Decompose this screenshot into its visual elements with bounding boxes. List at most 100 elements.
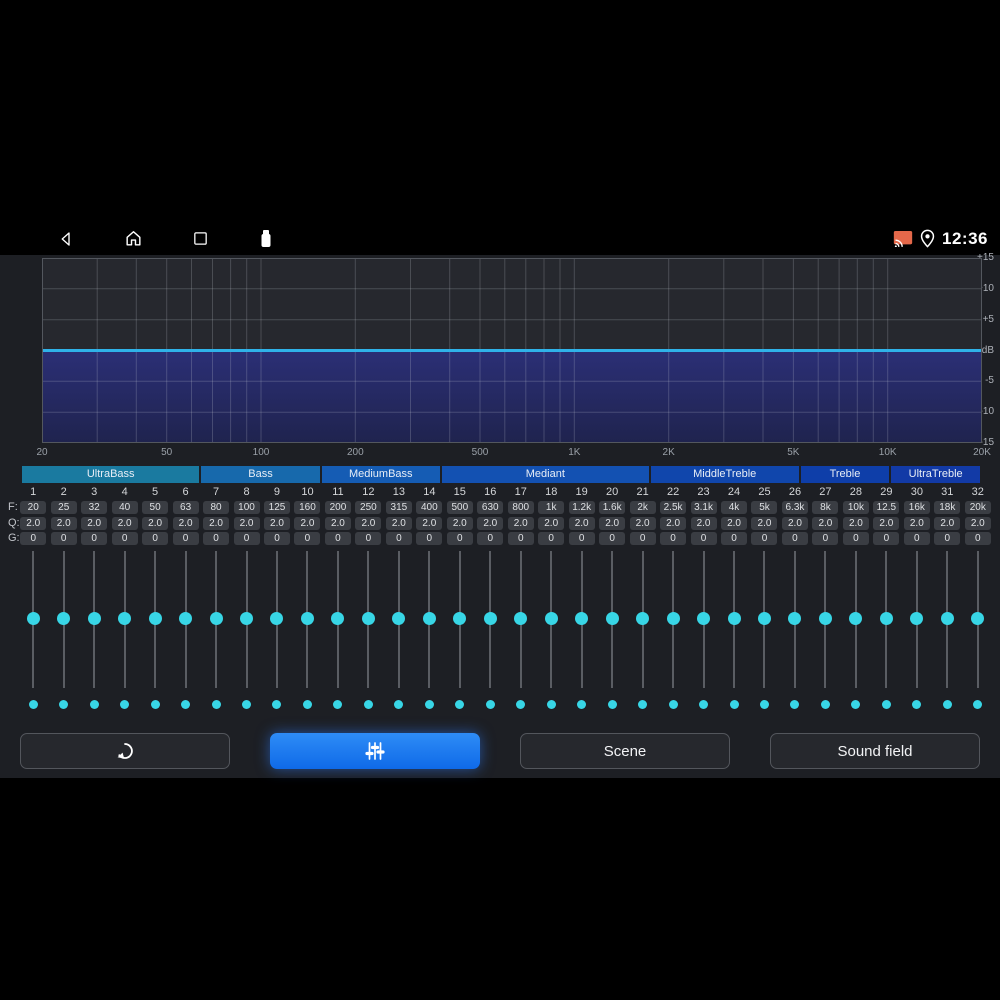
slider-knob[interactable] xyxy=(605,612,619,625)
slider-knob[interactable] xyxy=(575,612,589,625)
band-gain-chip[interactable]: 0 xyxy=(50,531,77,545)
sound-field-button[interactable]: Sound field xyxy=(770,733,980,769)
band-gain-chip[interactable]: 0 xyxy=(477,531,504,545)
band-dot[interactable] xyxy=(729,699,739,709)
band-dot[interactable] xyxy=(851,699,861,709)
slider-knob[interactable] xyxy=(849,612,863,625)
band-q-chip[interactable]: 2.0 xyxy=(142,516,169,530)
band-gain-chip[interactable]: 0 xyxy=(294,531,321,545)
eq-band-slider[interactable] xyxy=(475,551,505,688)
band-q-chip[interactable]: 2.0 xyxy=(599,516,626,530)
band-gain-chip[interactable]: 0 xyxy=(964,531,991,545)
band-dot[interactable] xyxy=(394,699,404,709)
eq-band-slider[interactable] xyxy=(932,551,962,688)
eq-band-slider[interactable] xyxy=(658,551,688,688)
eq-band-slider[interactable] xyxy=(597,551,627,688)
band-gain-chip[interactable]: 0 xyxy=(111,531,138,545)
recents-button[interactable] xyxy=(190,229,210,249)
band-gain-chip[interactable]: 0 xyxy=(507,531,534,545)
band-frequency-chip[interactable]: 8k xyxy=(812,500,839,514)
band-dot[interactable] xyxy=(790,699,800,709)
eq-band-slider[interactable] xyxy=(963,551,993,688)
band-gain-chip[interactable]: 0 xyxy=(873,531,900,545)
band-gain-chip[interactable]: 0 xyxy=(812,531,839,545)
band-frequency-chip[interactable]: 6.3k xyxy=(781,500,808,514)
band-frequency-chip[interactable]: 3.1k xyxy=(690,500,717,514)
band-frequency-chip[interactable]: 200 xyxy=(324,500,351,514)
band-dot[interactable] xyxy=(759,699,769,709)
band-gain-chip[interactable]: 0 xyxy=(203,531,230,545)
band-gain-chip[interactable]: 0 xyxy=(538,531,565,545)
eq-band-slider[interactable] xyxy=(262,551,292,688)
band-q-chip[interactable]: 2.0 xyxy=(721,516,748,530)
slider-knob[interactable] xyxy=(179,612,193,625)
slider-knob[interactable] xyxy=(240,612,254,625)
band-q-chip[interactable]: 2.0 xyxy=(111,516,138,530)
band-gain-chip[interactable]: 0 xyxy=(385,531,412,545)
band-frequency-chip[interactable]: 400 xyxy=(416,500,443,514)
slider-knob[interactable] xyxy=(148,612,162,625)
home-button[interactable] xyxy=(123,229,143,249)
band-q-chip[interactable]: 2.0 xyxy=(568,516,595,530)
band-q-chip[interactable]: 2.0 xyxy=(385,516,412,530)
eq-band-slider[interactable] xyxy=(292,551,322,688)
band-gain-chip[interactable]: 0 xyxy=(842,531,869,545)
band-dot[interactable] xyxy=(150,699,160,709)
eq-band-slider[interactable] xyxy=(445,551,475,688)
band-q-chip[interactable]: 2.0 xyxy=(233,516,260,530)
slider-knob[interactable] xyxy=(26,612,40,625)
band-q-chip[interactable]: 2.0 xyxy=(538,516,565,530)
slider-knob[interactable] xyxy=(483,612,497,625)
band-gain-chip[interactable]: 0 xyxy=(751,531,778,545)
band-gain-chip[interactable]: 0 xyxy=(629,531,656,545)
band-dot[interactable] xyxy=(211,699,221,709)
band-frequency-chip[interactable]: 315 xyxy=(385,500,412,514)
slider-knob[interactable] xyxy=(788,612,802,625)
band-q-chip[interactable]: 2.0 xyxy=(751,516,778,530)
slider-knob[interactable] xyxy=(209,612,223,625)
band-dot[interactable] xyxy=(485,699,495,709)
band-frequency-chip[interactable]: 80 xyxy=(203,500,230,514)
slider-knob[interactable] xyxy=(57,612,71,625)
band-gain-chip[interactable]: 0 xyxy=(599,531,626,545)
band-dot[interactable] xyxy=(699,699,709,709)
band-q-chip[interactable]: 2.0 xyxy=(20,516,47,530)
eq-band-slider[interactable] xyxy=(506,551,536,688)
reset-button[interactable] xyxy=(20,733,230,769)
band-q-chip[interactable]: 2.0 xyxy=(477,516,504,530)
band-frequency-chip[interactable]: 40 xyxy=(111,500,138,514)
slider-knob[interactable] xyxy=(300,612,314,625)
eq-band-slider[interactable] xyxy=(902,551,932,688)
band-dot[interactable] xyxy=(516,699,526,709)
slider-knob[interactable] xyxy=(940,612,954,625)
band-dot[interactable] xyxy=(455,699,465,709)
band-frequency-chip[interactable]: 100 xyxy=(233,500,260,514)
band-gain-chip[interactable]: 0 xyxy=(81,531,108,545)
band-frequency-chip[interactable]: 50 xyxy=(142,500,169,514)
band-dot[interactable] xyxy=(59,699,69,709)
band-dot[interactable] xyxy=(942,699,952,709)
band-gain-chip[interactable]: 0 xyxy=(903,531,930,545)
band-q-chip[interactable]: 2.0 xyxy=(172,516,199,530)
band-q-chip[interactable]: 2.0 xyxy=(294,516,321,530)
equalizer-button[interactable] xyxy=(270,733,480,769)
band-gain-chip[interactable]: 0 xyxy=(20,531,47,545)
band-gain-chip[interactable]: 0 xyxy=(233,531,260,545)
band-dot[interactable] xyxy=(89,699,99,709)
band-q-chip[interactable]: 2.0 xyxy=(416,516,443,530)
band-q-chip[interactable]: 2.0 xyxy=(507,516,534,530)
band-frequency-chip[interactable]: 4k xyxy=(721,500,748,514)
band-q-chip[interactable]: 2.0 xyxy=(812,516,839,530)
band-dot[interactable] xyxy=(668,699,678,709)
band-dot[interactable] xyxy=(28,699,38,709)
slider-knob[interactable] xyxy=(879,612,893,625)
band-q-chip[interactable]: 2.0 xyxy=(660,516,687,530)
eq-band-slider[interactable] xyxy=(353,551,383,688)
band-dot[interactable] xyxy=(302,699,312,709)
band-gain-chip[interactable]: 0 xyxy=(934,531,961,545)
band-dot[interactable] xyxy=(881,699,891,709)
eq-band-slider[interactable] xyxy=(810,551,840,688)
band-gain-chip[interactable]: 0 xyxy=(568,531,595,545)
eq-band-slider[interactable] xyxy=(79,551,109,688)
band-gain-chip[interactable]: 0 xyxy=(324,531,351,545)
